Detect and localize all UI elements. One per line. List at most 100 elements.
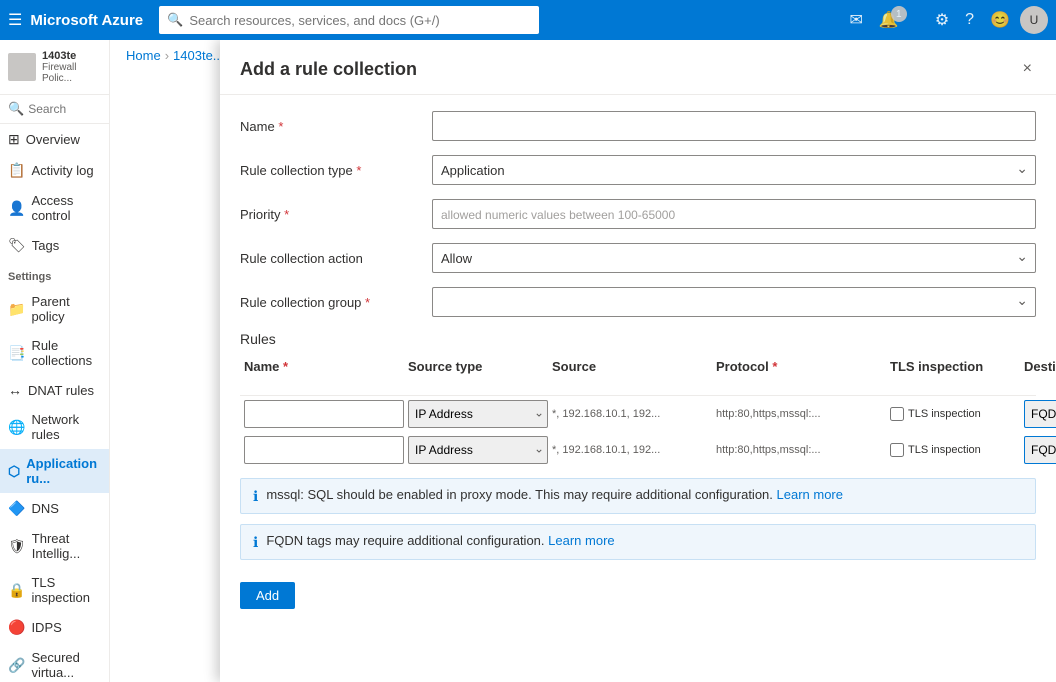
action-row: Rule collection action Allow [240, 243, 1036, 273]
sidebar-item-label: Rule collections [31, 338, 101, 368]
sidebar-item-label: Secured virtua... [31, 650, 101, 680]
info-icon-2: ℹ [253, 534, 258, 551]
sidebar-search-input[interactable] [28, 102, 101, 116]
name-input[interactable] [432, 111, 1036, 141]
col-dest-type: Destination Type * [1024, 359, 1056, 389]
row1-tls-cell: TLS inspection [890, 407, 1020, 421]
sidebar-item-rule-collections[interactable]: 📑 Rule collections [0, 331, 109, 375]
row1-protocol-text: http:80,https,mssql:... [716, 408, 886, 420]
group-row: Rule collection group * [240, 287, 1036, 317]
dns-icon: 🔷 [8, 500, 25, 517]
sidebar-item-label: TLS inspection [31, 575, 101, 605]
group-select-wrapper [432, 287, 1036, 317]
modal-title: Add a rule collection [240, 59, 417, 80]
action-label: Rule collection action [240, 251, 420, 266]
row1-name-input[interactable] [244, 400, 404, 428]
row1-tls-checkbox[interactable] [890, 407, 904, 421]
row2-dest-type-select[interactable]: FQDN Tag [1024, 436, 1056, 464]
sidebar-item-tls[interactable]: 🔒 TLS inspection [0, 568, 109, 612]
priority-row: Priority * [240, 199, 1036, 229]
breadcrumb-home[interactable]: Home [126, 48, 161, 63]
sidebar-item-secured-vhub-1[interactable]: 🔗 Secured virtua... [0, 643, 109, 682]
sidebar-item-dns[interactable]: 🔷 DNS [0, 493, 109, 524]
secured-icon-1: 🔗 [8, 657, 25, 674]
row1-source-type-cell: IP Address [408, 400, 548, 428]
add-button[interactable]: Add [240, 582, 295, 609]
feedback-icon[interactable]: 😊 [984, 6, 1016, 34]
fqdn-info-text: FQDN tags may require additional configu… [266, 533, 614, 548]
mssql-info-text: mssql: SQL should be enabled in proxy mo… [266, 487, 843, 502]
threat-icon: 🛡 [8, 538, 26, 555]
tags-icon: 🏷 [8, 237, 26, 254]
collections-icon: 📑 [8, 345, 25, 362]
sidebar-item-activity-log[interactable]: 📋 Activity log [0, 155, 109, 186]
group-select[interactable] [432, 287, 1036, 317]
sidebar-item-tags[interactable]: 🏷 Tags [0, 230, 109, 261]
access-icon: 👤 [8, 200, 25, 217]
sidebar-item-overview[interactable]: ⊞ Overview [0, 124, 109, 155]
row1-dest-type-cell: FQDN Tag [1024, 400, 1056, 428]
modal-body: Name * Rule collection type * Applicatio… [220, 95, 1056, 682]
sidebar-item-application-rules[interactable]: ⬡ Application ru... [0, 449, 109, 493]
add-rule-collection-modal: Add a rule collection × Name * Rule coll… [220, 40, 1056, 682]
row1-dest-type-wrapper: FQDN Tag [1024, 400, 1056, 428]
email-icon[interactable]: ✉ [844, 6, 869, 34]
row1-source-type-select[interactable]: IP Address [408, 400, 548, 428]
priority-input[interactable] [432, 199, 1036, 229]
close-button[interactable]: × [1019, 56, 1036, 82]
action-select-wrapper: Allow [432, 243, 1036, 273]
sidebar-item-access-control[interactable]: 👤 Access control [0, 186, 109, 230]
sidebar: 1403te Firewall Polic... 🔍 ⊞ Overview 📋 … [0, 40, 110, 682]
breadcrumb-resource[interactable]: 1403te... [173, 48, 224, 63]
col-source-type: Source type [408, 359, 548, 389]
help-icon[interactable]: ? [959, 7, 980, 33]
sidebar-item-network-rules[interactable]: 🌐 Network rules [0, 405, 109, 449]
sidebar-search[interactable]: 🔍 [0, 95, 109, 124]
name-row: Name * [240, 111, 1036, 141]
row1-source-text: *, 192.168.10.1, 192... [552, 408, 712, 420]
col-name: Name * [244, 359, 404, 389]
rules-section: Rules Name * Source type Source Protocol… [240, 331, 1036, 560]
tls-icon: 🔒 [8, 582, 25, 599]
sidebar-item-parent-policy[interactable]: 📁 Parent policy [0, 287, 109, 331]
activity-icon: 📋 [8, 162, 25, 179]
settings-icon[interactable]: ⚙ [929, 6, 955, 34]
topbar-search[interactable]: 🔍 [159, 6, 539, 34]
resource-icon [8, 53, 36, 81]
sidebar-item-label: Network rules [31, 412, 101, 442]
sidebar-item-label: Access control [31, 193, 101, 223]
fqdn-learn-more-link[interactable]: Learn more [548, 533, 614, 548]
type-label: Rule collection type * [240, 163, 420, 178]
row2-source-type-select[interactable]: IP Address [408, 436, 548, 464]
dnat-icon: ↔ [8, 382, 22, 398]
hamburger-icon[interactable]: ☰ [8, 10, 22, 30]
topbar-search-input[interactable] [189, 13, 531, 28]
main-content: Home › 1403te... Add a rule collection ×… [110, 40, 1056, 682]
row2-name-input[interactable] [244, 436, 404, 464]
sidebar-item-label: Application ru... [26, 456, 101, 486]
group-label: Rule collection group * [240, 295, 420, 310]
sidebar-item-idps[interactable]: 🔴 IDPS [0, 612, 109, 643]
type-select[interactable]: Application [432, 155, 1036, 185]
sidebar-item-label: Parent policy [31, 294, 101, 324]
action-select[interactable]: Allow [432, 243, 1036, 273]
row2-source-text: *, 192.168.10.1, 192... [552, 444, 712, 456]
type-row: Rule collection type * Application [240, 155, 1036, 185]
priority-label: Priority * [240, 207, 420, 222]
avatar[interactable]: U [1020, 6, 1048, 34]
parent-icon: 📁 [8, 301, 25, 318]
row2-dest-type-cell: FQDN Tag [1024, 436, 1056, 464]
topbar-icons: ✉ 🔔 1 ⚙ ? 😊 U [844, 6, 1049, 34]
mssql-learn-more-link[interactable]: Learn more [777, 487, 843, 502]
sidebar-item-threat-intel[interactable]: 🛡 Threat Intellig... [0, 524, 109, 568]
mssql-info-message: ℹ mssql: SQL should be enabled in proxy … [240, 478, 1036, 514]
idps-icon: 🔴 [8, 619, 25, 636]
topbar: ☰ Microsoft Azure 🔍 ✉ 🔔 1 ⚙ ? 😊 U [0, 0, 1056, 40]
col-protocol: Protocol * [716, 359, 886, 389]
info-icon: ℹ [253, 488, 258, 505]
sidebar-item-dnat-rules[interactable]: ↔ DNAT rules [0, 375, 109, 405]
app-icon: ⬡ [8, 463, 20, 480]
row2-tls-checkbox[interactable] [890, 443, 904, 457]
row1-dest-type-select[interactable]: FQDN Tag [1024, 400, 1056, 428]
overview-icon: ⊞ [8, 131, 20, 148]
